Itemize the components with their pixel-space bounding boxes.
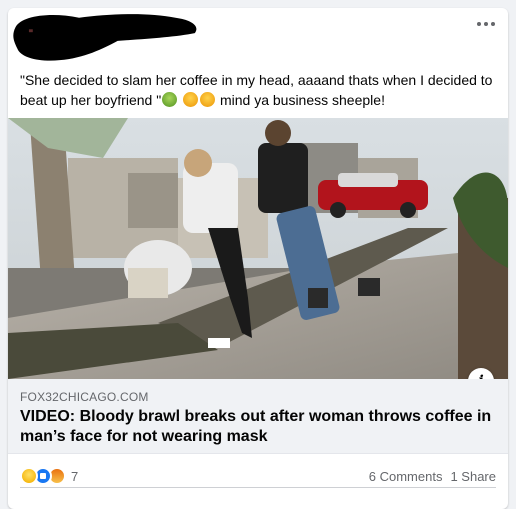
link-title[interactable]: VIDEO: Bloody brawl breaks out after wom… bbox=[20, 407, 496, 447]
comments-count[interactable]: 6 Comments bbox=[369, 469, 443, 484]
divider bbox=[20, 487, 496, 488]
rofl-emoji-icon bbox=[200, 92, 216, 107]
link-preview-image[interactable] bbox=[8, 118, 508, 379]
reaction-count: 7 bbox=[71, 468, 79, 484]
link-domain: FOX32CHICAGO.COM bbox=[20, 390, 149, 404]
link-preview[interactable]: FOX32CHICAGO.COM VIDEO: Bloody brawl bre… bbox=[8, 379, 508, 454]
post-header bbox=[8, 8, 508, 68]
post-card: "She decided to slam her coffee in my he… bbox=[8, 8, 508, 509]
engagement-counts: 6 Comments 1 Share bbox=[369, 469, 496, 484]
redacted-author bbox=[13, 14, 197, 61]
haha-reaction-icon bbox=[20, 467, 38, 485]
more-horizontal-icon bbox=[477, 22, 481, 26]
post-text: "She decided to slam her coffee in my he… bbox=[20, 70, 500, 110]
reactions-summary[interactable]: 7 bbox=[20, 466, 78, 486]
rofl-emoji-icon bbox=[183, 92, 199, 107]
post-footer: 7 6 Comments 1 Share bbox=[8, 454, 508, 498]
post-text-suffix: mind ya business sheeple! bbox=[219, 92, 385, 108]
shares-count[interactable]: 1 Share bbox=[450, 469, 496, 484]
nauseated-face-icon bbox=[162, 92, 178, 107]
more-options-button[interactable] bbox=[474, 16, 498, 32]
